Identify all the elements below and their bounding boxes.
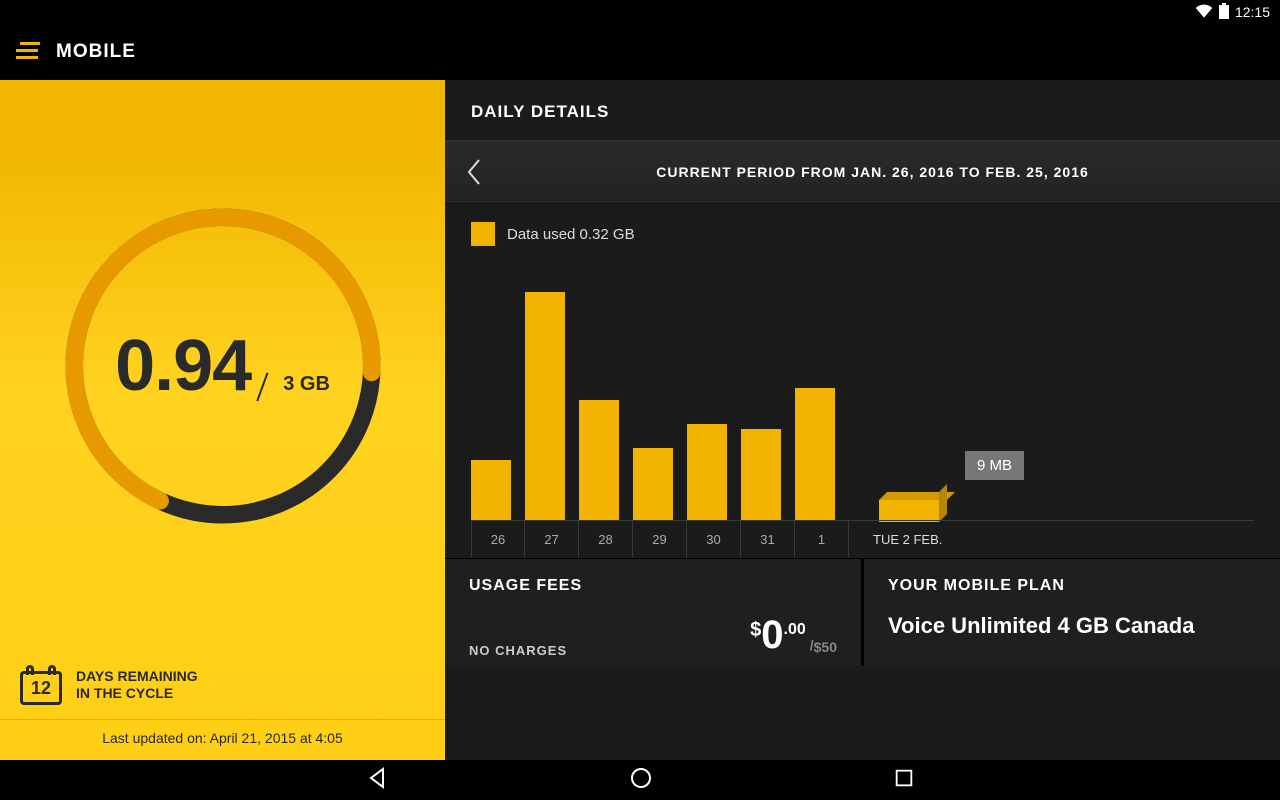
chart-bar[interactable]: [525, 292, 565, 520]
details-panel: DAILY DETAILS CURRENT PERIOD FROM JAN. 2…: [445, 80, 1280, 760]
wifi-icon: [1195, 4, 1213, 21]
chart-legend: Data used 0.32 GB: [445, 204, 1280, 246]
plan-name: Voice Unlimited 4 GB Canada: [888, 613, 1256, 639]
mobile-plan-card[interactable]: YOUR MOBILE PLAN Voice Unlimited 4 GB Ca…: [864, 559, 1280, 666]
no-charges-label: NO CHARGES: [469, 643, 567, 658]
mobile-plan-header: YOUR MOBILE PLAN: [888, 577, 1256, 595]
chart-bar-selected[interactable]: [879, 500, 939, 522]
title-bar: MOBILE: [0, 24, 1280, 80]
axis-tick: 28: [579, 521, 633, 558]
chart-bar[interactable]: [741, 429, 781, 520]
days-remaining-line2: IN THE CYCLE: [76, 685, 198, 702]
axis-tick: 29: [633, 521, 687, 558]
usage-summary-panel: 0.94 3 GB 12 DAYS REMAINING IN THE CYCLE…: [0, 80, 445, 760]
chart-bar[interactable]: [633, 448, 673, 520]
days-remaining-line1: DAYS REMAINING: [76, 668, 198, 685]
calendar-icon: 12: [20, 665, 62, 705]
axis-today-label: TUE 2 FEB.: [849, 521, 1254, 558]
chart-bar[interactable]: [579, 400, 619, 520]
axis-tick: 30: [687, 521, 741, 558]
usage-total: 3 GB: [283, 373, 330, 396]
data-usage-gauge: 0.94 3 GB: [48, 191, 398, 541]
period-selector: CURRENT PERIOD FROM JAN. 26, 2016 TO FEB…: [445, 140, 1280, 204]
chart-bar[interactable]: [471, 460, 511, 520]
last-updated-label: Last updated on: April 21, 2015 at 4:05: [0, 720, 445, 760]
chart-bar[interactable]: [795, 388, 835, 520]
battery-icon: [1219, 3, 1229, 22]
usage-value: 0.94: [115, 325, 251, 407]
nav-back-button[interactable]: [365, 766, 389, 795]
usage-fees-header: USAGE FEES: [469, 577, 837, 595]
daily-usage-chart[interactable]: 9 MB 2627282930311TUE 2 FEB.: [471, 258, 1254, 558]
axis-tick: 31: [741, 521, 795, 558]
chart-bar[interactable]: [687, 424, 727, 520]
nav-recent-button[interactable]: [893, 767, 915, 794]
usage-fees-card[interactable]: USAGE FEES NO CHARGES $ 0 .00 / $50: [445, 559, 864, 666]
nav-home-button[interactable]: [629, 766, 653, 795]
daily-details-header: DAILY DETAILS: [445, 80, 1280, 140]
axis-tick: 1: [795, 521, 849, 558]
axis-tick: 26: [471, 521, 525, 558]
legend-swatch-icon: [471, 222, 495, 246]
days-remaining-number: 12: [20, 671, 62, 705]
android-nav-bar: [0, 760, 1280, 800]
status-time: 12:15: [1235, 4, 1270, 20]
screen-title: MOBILE: [56, 41, 136, 63]
days-remaining-row[interactable]: 12 DAYS REMAINING IN THE CYCLE: [0, 651, 445, 720]
fees-amount: $ 0 .00 / $50: [750, 613, 837, 658]
chevron-left-icon[interactable]: [465, 158, 485, 186]
android-status-bar: 12:15: [0, 0, 1280, 24]
menu-icon[interactable]: [16, 42, 42, 62]
period-label: CURRENT PERIOD FROM JAN. 26, 2016 TO FEB…: [485, 164, 1260, 180]
slash-divider: [257, 372, 269, 401]
axis-tick: 27: [525, 521, 579, 558]
legend-label: Data used 0.32 GB: [507, 226, 635, 243]
